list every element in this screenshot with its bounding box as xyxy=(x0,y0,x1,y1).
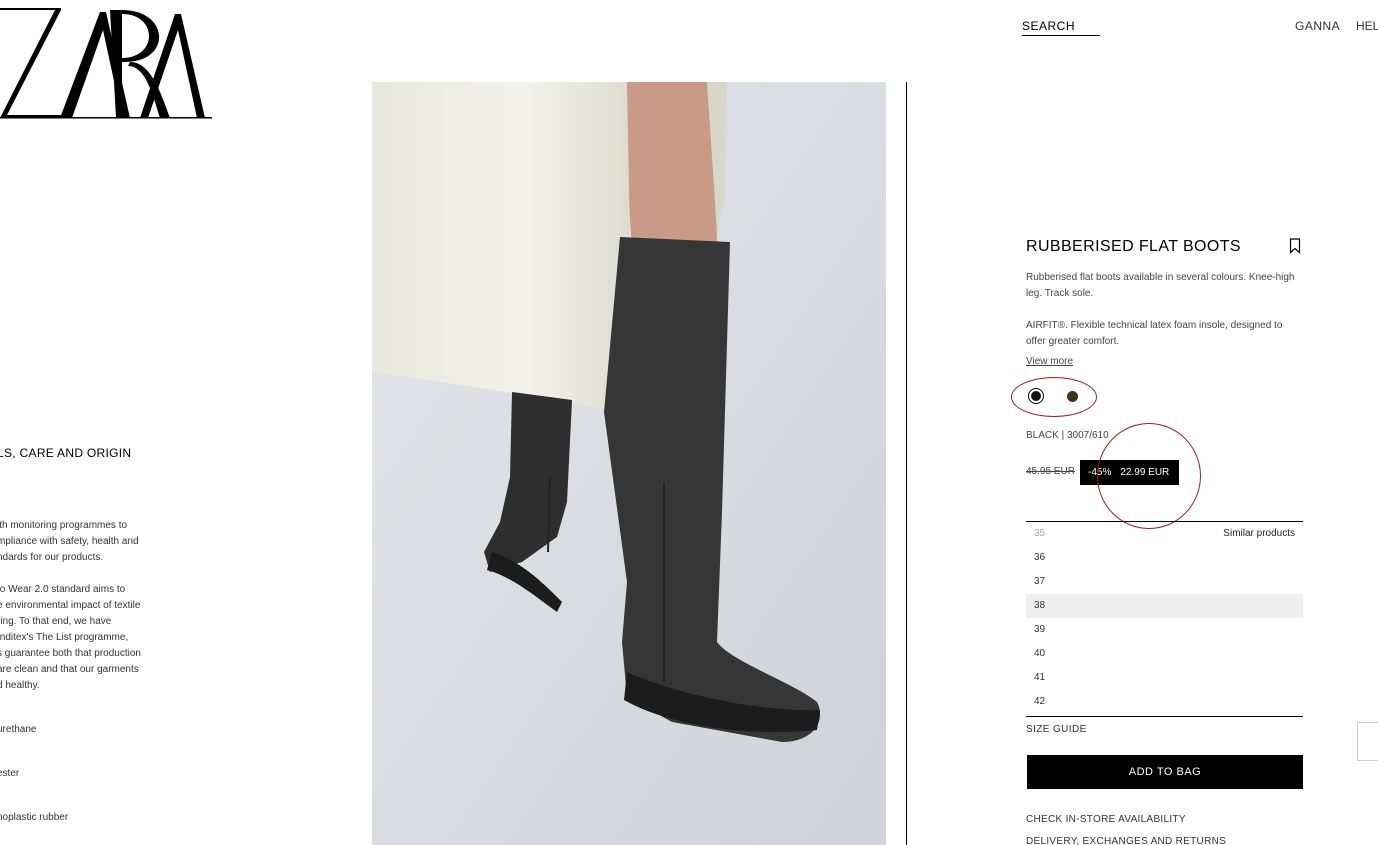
size-label: 42 xyxy=(1034,696,1046,707)
search-link[interactable]: SEARCH xyxy=(1022,19,1075,33)
size-label: 37 xyxy=(1034,576,1046,587)
text-line: ring. To that end, we have xyxy=(0,616,112,627)
size-option-39[interactable]: 39 xyxy=(1026,618,1303,642)
check-store-availability-link[interactable]: CHECK IN-STORE AVAILABILITY xyxy=(1026,814,1186,825)
text-line: mpliance with safety, health and xyxy=(0,536,139,547)
material-item: ester xyxy=(0,768,20,779)
text-line: to Wear 2.0 standard aims to xyxy=(0,584,126,595)
color-reference: BLACK | 3007/610 xyxy=(1026,430,1109,441)
standard-paragraph: to Wear 2.0 standard aims to e environme… xyxy=(0,582,157,694)
color-swatch-khaki[interactable] xyxy=(1067,391,1078,402)
monitoring-paragraph: ith monitoring programmes to mpliance wi… xyxy=(0,518,157,566)
text-line: ith monitoring programmes to xyxy=(0,520,128,531)
user-account-link[interactable]: GANNA xyxy=(1295,19,1340,33)
size-option-40[interactable]: 40 xyxy=(1026,642,1303,666)
bookmark-icon[interactable] xyxy=(1289,238,1301,254)
size-guide-link[interactable]: SIZE GUIDE xyxy=(1026,724,1087,735)
size-label: 35 xyxy=(1034,528,1046,539)
similar-products-link[interactable]: Similar products xyxy=(1223,528,1295,539)
text-line: d healthy. xyxy=(0,680,40,691)
text-line: s guarantee both that production xyxy=(0,648,141,659)
delivery-returns-link[interactable]: DELIVERY, EXCHANGES AND RETURNS xyxy=(1026,836,1226,845)
size-label: 41 xyxy=(1034,672,1046,683)
materials-heading: LS, CARE AND ORIGIN xyxy=(0,446,132,460)
help-link[interactable]: HEL xyxy=(1356,19,1378,33)
side-panel-tab[interactable] xyxy=(1357,722,1378,761)
product-image[interactable] xyxy=(372,82,886,845)
size-label: 38 xyxy=(1034,600,1046,611)
annotation-circle-price xyxy=(1097,423,1201,529)
old-price: 45.95 EUR xyxy=(1026,466,1075,477)
size-option-42[interactable]: 42 xyxy=(1026,690,1303,714)
size-list: 35 Similar products 36 37 38 39 40 41 42 xyxy=(1026,521,1303,717)
size-option-41[interactable]: 41 xyxy=(1026,666,1303,690)
vertical-divider xyxy=(906,82,907,845)
boots-photo xyxy=(372,82,886,845)
product-description: Rubberised flat boots available in sever… xyxy=(1026,272,1295,299)
text-line: are clean and that our garments xyxy=(0,664,139,675)
annotation-circle-colors xyxy=(1011,377,1097,417)
size-label: 39 xyxy=(1034,624,1046,635)
size-label: 36 xyxy=(1034,552,1046,563)
text-line: Inditex's The List programme, xyxy=(0,632,129,643)
add-to-bag-button[interactable]: ADD TO BAG xyxy=(1027,755,1303,789)
size-option-35[interactable]: 35 Similar products xyxy=(1026,522,1303,546)
size-option-36[interactable]: 36 xyxy=(1026,546,1303,570)
size-option-38[interactable]: 38 xyxy=(1026,594,1303,618)
search-underline xyxy=(1022,35,1100,36)
text-line: ndards for our products. xyxy=(0,552,104,563)
size-label: 40 xyxy=(1034,648,1046,659)
color-swatch-black[interactable] xyxy=(1028,388,1044,404)
text-line: e environmental impact of textile xyxy=(0,600,141,611)
zara-logo[interactable] xyxy=(0,0,220,125)
product-title: RUBBERISED FLAT BOOTS xyxy=(1026,238,1241,255)
material-item: noplastic rubber xyxy=(0,812,69,822)
material-item: urethane xyxy=(0,724,37,735)
size-option-37[interactable]: 37 xyxy=(1026,570,1303,594)
view-more-link[interactable]: View more xyxy=(1026,356,1073,367)
product-airfit-description: AIRFIT®. Flexible technical latex foam i… xyxy=(1026,320,1283,347)
